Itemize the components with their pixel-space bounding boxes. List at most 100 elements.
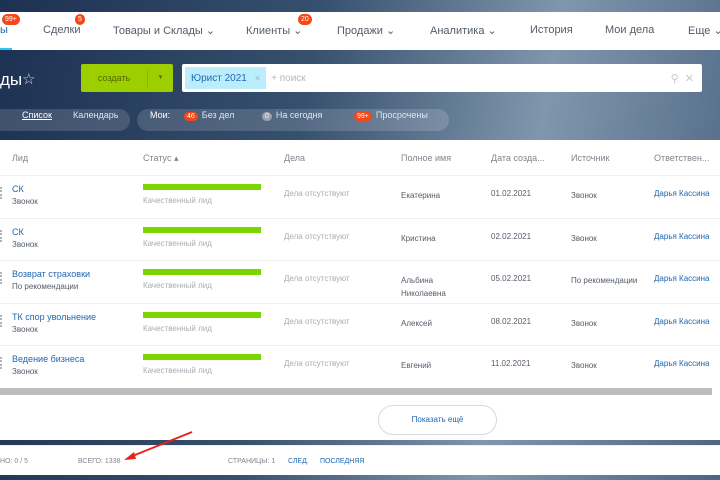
responsible-link[interactable]: Дарья Кассина <box>654 359 709 368</box>
lead-source: Звонок <box>12 197 38 206</box>
lead-source: Звонок <box>12 239 38 249</box>
table-row[interactable]: ТК спор увольнение Звонок Качественный л… <box>0 302 720 345</box>
nav-item-deals[interactable]: Сделки 5 <box>43 14 85 36</box>
date-cell: 02.02.2021 <box>491 231 532 241</box>
chevron-down-icon[interactable]: ▾ <box>147 69 173 87</box>
date-cell: 11.02.2021 <box>491 359 531 368</box>
nav-item-clients[interactable]: Клиенты ⌄ 20 <box>246 14 312 37</box>
status-label: Качественный лид <box>143 366 212 375</box>
star-icon[interactable]: ☆ <box>22 70 35 88</box>
col-status[interactable]: Статус ▴ <box>143 153 178 164</box>
col-date[interactable]: Дата созда... <box>491 153 545 163</box>
show-more-button[interactable]: Показать ещё <box>378 405 497 435</box>
deals-badge: 5 <box>75 14 85 25</box>
drag-handle-icon[interactable] <box>0 272 3 284</box>
view-calendar[interactable]: Календарь <box>73 110 118 120</box>
table-row[interactable]: Возврат страховки По рекомендации Качест… <box>0 260 720 302</box>
tasks-cell: Дела отсутствуют <box>284 231 350 241</box>
leads-table: Лид Статус ▴ Дела Полное имя Дата созда.… <box>0 140 720 440</box>
drag-handle-icon[interactable] <box>0 229 3 242</box>
total-count: ВСЕГО: 1338 <box>78 458 121 465</box>
col-source[interactable]: Источник <box>571 153 609 163</box>
date-cell: 05.02.2021 <box>491 274 532 283</box>
tasks-cell: Дела отсутствуют <box>284 189 350 198</box>
full-name-cell: Альбина Николаевна <box>401 276 446 298</box>
search-bar[interactable]: Юрист 2021 × + поиск ⚲ ✕ <box>182 64 702 92</box>
lead-title-link[interactable]: Ведение бизнеса <box>12 354 84 364</box>
full-name-cell: Алексей <box>401 318 432 328</box>
full-name-cell: Екатерина <box>401 191 441 200</box>
create-label: создать <box>97 73 131 83</box>
clear-icon[interactable]: ✕ <box>685 73 694 85</box>
nav-item-sales[interactable]: Продажи ⌄ <box>337 24 395 37</box>
source-cell: Звонок <box>571 361 597 370</box>
source-cell: Звонок <box>571 233 597 243</box>
col-full-name[interactable]: Полное имя <box>401 153 451 163</box>
source-cell: По рекомендации <box>571 276 638 285</box>
counter-no-tasks[interactable]: 46 Без дел <box>184 110 234 121</box>
source-cell: Звонок <box>571 191 597 200</box>
table-row[interactable]: СК Звонок Качественный лид Дела отсутств… <box>0 175 720 217</box>
date-cell: 08.02.2021 <box>491 316 532 326</box>
nav-item-leads[interactable]: ы 99+ <box>0 14 20 36</box>
lead-title-link[interactable]: ТК спор увольнение <box>12 312 96 322</box>
status-bar[interactable] <box>143 226 261 233</box>
status-bar[interactable] <box>143 269 261 275</box>
red-arrow-annotation <box>124 431 193 460</box>
last-page-link[interactable]: ПОСЛЕДНЯЯ <box>320 458 364 465</box>
col-lead[interactable]: Лид <box>12 153 28 163</box>
responsible-link[interactable]: Дарья Кассина <box>654 317 709 326</box>
create-button[interactable]: создать ▾ <box>81 64 173 92</box>
lead-title-link[interactable]: Возврат страховки <box>12 269 90 279</box>
lead-source: Звонок <box>12 367 38 376</box>
lead-title-link[interactable]: СК <box>12 227 24 237</box>
tasks-cell: Дела отсутствуют <box>284 316 350 326</box>
view-list[interactable]: Список <box>22 110 52 120</box>
responsible-link[interactable]: Дарья Кассина <box>654 232 709 241</box>
drag-handle-icon[interactable] <box>0 357 3 369</box>
drag-handle-icon[interactable] <box>0 314 3 327</box>
lead-title-link[interactable]: СК <box>12 184 24 194</box>
responsible-link[interactable]: Дарья Кассина <box>654 274 709 283</box>
source-cell: Звонок <box>571 318 597 328</box>
leads-badge: 99+ <box>2 14 20 25</box>
status-bar[interactable] <box>143 184 261 190</box>
nav-item-analytics[interactable]: Аналитика ⌄ <box>430 24 497 37</box>
status-bar[interactable] <box>143 311 261 318</box>
search-input[interactable]: + поиск <box>271 73 306 84</box>
table-footer: НО: 0 / 5 ВСЕГО: 1338 СТРАНИЦЫ: 1 СЛЕД. … <box>0 445 720 475</box>
col-responsible[interactable]: Ответствен... <box>654 153 709 163</box>
search-icon[interactable]: ⚲ <box>671 73 679 85</box>
close-icon[interactable]: × <box>255 73 260 83</box>
table-row[interactable]: Ведение бизнеса Звонок Качественный лид … <box>0 345 720 387</box>
status-label: Качественный лид <box>143 196 212 205</box>
nav-item-history[interactable]: История <box>530 24 573 36</box>
responsible-link[interactable]: Дарья Кассина <box>654 189 709 198</box>
pages-label: СТРАНИЦЫ: 1 <box>228 458 276 465</box>
status-label: Качественный лид <box>143 323 212 333</box>
counter-today[interactable]: 0 На сегодня <box>262 110 322 121</box>
col-tasks[interactable]: Дела <box>284 153 305 163</box>
active-tab-underline <box>0 48 12 50</box>
tasks-cell: Дела отсутствуют <box>284 359 350 368</box>
next-page-link[interactable]: СЛЕД. <box>288 458 309 465</box>
top-nav: ы 99+ Сделки 5 Товары и Склады ⌄ Клиенты ⌄… <box>0 12 720 50</box>
horizontal-scrollbar[interactable] <box>0 388 712 395</box>
tasks-cell: Дела отсутствуют <box>284 274 350 283</box>
lead-source: По рекомендации <box>12 282 79 291</box>
nav-item-products[interactable]: Товары и Склады ⌄ <box>113 24 215 37</box>
nav-item-my-tasks[interactable]: Мои дела <box>605 24 654 36</box>
full-name-cell: Евгений <box>401 361 432 370</box>
table-row[interactable]: СК Звонок Качественный лид Дела отсутств… <box>0 217 720 260</box>
mine-label: Мои: <box>150 110 171 120</box>
lead-source: Звонок <box>12 324 38 334</box>
clients-badge: 20 <box>298 14 312 25</box>
counter-overdue[interactable]: 99+ Просрочены <box>354 110 428 121</box>
date-cell: 01.02.2021 <box>491 189 532 198</box>
page-title: ды <box>0 70 23 89</box>
selected-count: НО: 0 / 5 <box>0 458 29 465</box>
filter-chip[interactable]: Юрист 2021 × <box>185 67 267 89</box>
drag-handle-icon[interactable] <box>0 187 3 199</box>
status-bar[interactable] <box>143 354 261 360</box>
nav-item-more[interactable]: Еще ⌄ <box>688 24 720 37</box>
